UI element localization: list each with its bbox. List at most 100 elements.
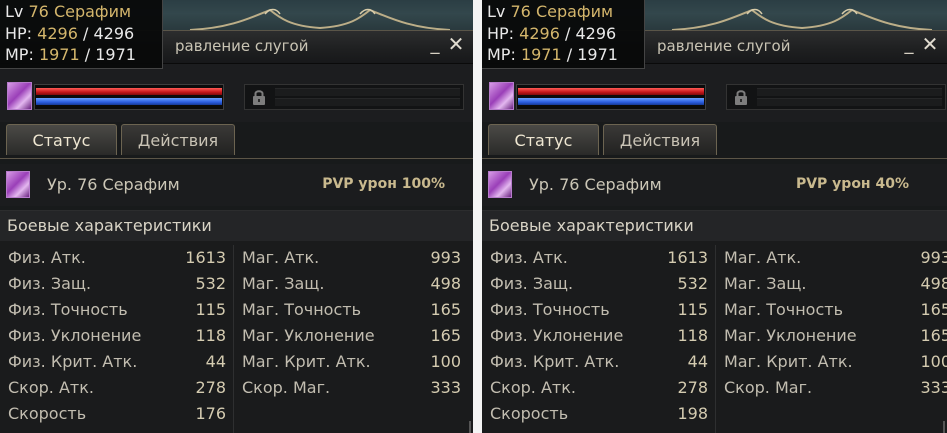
combat-stats-header: Боевые характеристики — [0, 210, 473, 241]
physical-stats-column: Физ. Атк. 1613 Физ. Защ. 532 Физ. Точность 11… — [482, 245, 716, 433]
window-ornament-icon — [671, 8, 933, 31]
stat-label: Скорость — [490, 404, 569, 423]
stat-label: Маг. Крит. Атк. — [242, 352, 371, 371]
stat-value: 44 — [205, 352, 226, 371]
tooltip-mp-line: MP: 1971 / 1971 — [5, 45, 136, 64]
stat-row: Физ. Защ. 532 — [482, 271, 715, 297]
stat-label: Физ. Атк. — [490, 248, 568, 267]
servant-bars-row — [0, 64, 473, 122]
stat-value: 165 — [920, 326, 947, 345]
stat-row: Маг. Атк. 993 — [718, 245, 947, 271]
stats-grid: Физ. Атк. 1613 Физ. Защ. 532 Физ. Точность 11… — [482, 241, 947, 433]
stat-row: Маг. Крит. Атк. 100 — [236, 349, 465, 375]
stat-row: Физ. Уклонение 118 — [0, 323, 233, 349]
tooltip-mp-current: 1971 — [38, 45, 80, 64]
stat-value: 532 — [677, 274, 708, 293]
locked-bar-2 — [757, 98, 942, 106]
tab-actions[interactable]: Действия — [121, 124, 235, 155]
tab-strip: Статус Действия — [0, 122, 473, 159]
stat-label: Маг. Атк. — [242, 248, 320, 267]
tooltip-level-line: Lv 76 Серафим — [5, 2, 132, 21]
servant-name: Ур. 76 Серафим — [529, 175, 662, 194]
stat-value: 278 — [195, 378, 226, 397]
stat-row: Маг. Атк. 993 — [236, 245, 465, 271]
stat-label: Маг. Уклонение — [242, 326, 375, 345]
minimize-button[interactable]: _ — [901, 35, 917, 55]
tab-status[interactable]: Статус — [6, 124, 117, 155]
window-title: равление слугой — [657, 37, 791, 55]
stat-row: Маг. Защ. 498 — [236, 271, 465, 297]
stat-label: Маг. Уклонение — [724, 326, 857, 345]
stat-value: 165 — [430, 300, 461, 319]
hp-bar — [518, 88, 704, 95]
stat-label: Скорость — [8, 404, 87, 423]
stat-label: Физ. Защ. — [8, 274, 92, 293]
servant-name: Ур. 76 Серафим — [47, 175, 180, 194]
tooltip-hp-current: 4296 — [519, 23, 560, 43]
tooltip-hp-max: 4296 — [575, 23, 617, 43]
stat-value: 198 — [677, 404, 708, 423]
minimize-button[interactable]: _ — [427, 35, 443, 55]
comparison-screenshot: равление слугой _ ✕ Lv 76 Серафим HP: 42… — [0, 0, 947, 433]
servant-portrait-icon — [6, 171, 30, 198]
portrait-icon[interactable] — [489, 82, 514, 110]
stat-value: 165 — [430, 326, 461, 345]
stat-row: Маг. Уклонение 165 — [236, 323, 465, 349]
stat-row: Физ. Крит. Атк. 44 — [482, 349, 715, 375]
stat-label: Маг. Защ. — [724, 274, 807, 293]
stat-value: 100 — [430, 352, 461, 371]
section-title: Боевые характеристики — [7, 216, 212, 235]
scrollbar[interactable] — [469, 421, 471, 433]
magic-stats-column: Маг. Атк. 993 Маг. Защ. 498 Маг. Точность 165… — [718, 245, 947, 401]
tab-actions[interactable]: Действия — [603, 124, 717, 155]
stat-label: Скор. Атк. — [490, 378, 576, 397]
tooltip-level: 76 — [510, 2, 531, 21]
portrait-icon[interactable] — [7, 82, 32, 110]
stat-row: Скорость 198 — [482, 401, 715, 427]
lock-icon — [253, 90, 265, 105]
stat-label: Маг. Точность — [242, 300, 361, 319]
locked-bar-1 — [757, 88, 942, 96]
stat-value: 176 — [195, 404, 226, 423]
tooltip-mp-current: 1971 — [520, 45, 562, 64]
tooltip-level-line: Lv 76 Серафим — [487, 2, 614, 21]
tooltip-hp-current: 4296 — [37, 23, 78, 43]
stat-value: 118 — [195, 326, 226, 345]
stat-label: Скор. Маг. — [724, 378, 813, 397]
mp-bar — [518, 98, 704, 105]
stat-row: Физ. Уклонение 118 — [482, 323, 715, 349]
tooltip-name: Серафим — [535, 2, 614, 21]
panel-divider — [473, 0, 482, 433]
stat-value: 333 — [430, 378, 461, 397]
stat-row: Маг. Точность 165 — [236, 297, 465, 323]
close-button[interactable]: ✕ — [921, 34, 939, 54]
locked-bar-2 — [275, 98, 460, 106]
stat-label: Маг. Крит. Атк. — [724, 352, 853, 371]
stat-value: 1613 — [667, 248, 708, 267]
scrollbar[interactable] — [943, 421, 945, 433]
stat-value: 498 — [920, 274, 947, 293]
stat-value: 115 — [677, 300, 708, 319]
stat-label: Маг. Атк. — [724, 248, 802, 267]
stats-grid: Физ. Атк. 1613 Физ. Защ. 532 Физ. Точность 11… — [0, 241, 473, 433]
hp-mp-bars — [34, 84, 224, 110]
stat-label: Физ. Крит. Атк. — [490, 352, 620, 371]
tooltip-hp-line: HP: 4296 / 4296 — [487, 23, 617, 43]
stat-label: Физ. Защ. — [490, 274, 574, 293]
tooltip-hp-max: 4296 — [93, 23, 135, 43]
stat-value: 115 — [195, 300, 226, 319]
stat-value: 993 — [430, 248, 461, 267]
close-button[interactable]: ✕ — [447, 34, 465, 54]
stat-row: Маг. Уклонение 165 — [718, 323, 947, 349]
stat-label: Физ. Атк. — [8, 248, 86, 267]
window-title: равление слугой — [175, 37, 309, 55]
tab-status[interactable]: Статус — [488, 124, 599, 155]
servant-name-row: Ур. 76 Серафим PVP урон 100% — [0, 164, 473, 206]
stat-row: Скор. Маг. 333 — [718, 375, 947, 401]
stat-label: Физ. Точность — [8, 300, 128, 319]
combat-stats-header: Боевые характеристики — [482, 210, 947, 241]
stat-value: 498 — [430, 274, 461, 293]
servant-status-window-right: равление слугой _ ✕ Lv 76 Серафим HP: 42… — [482, 0, 947, 433]
stat-row: Скорость 176 — [0, 401, 233, 427]
tooltip-hp-line: HP: 4296 / 4296 — [5, 23, 135, 43]
